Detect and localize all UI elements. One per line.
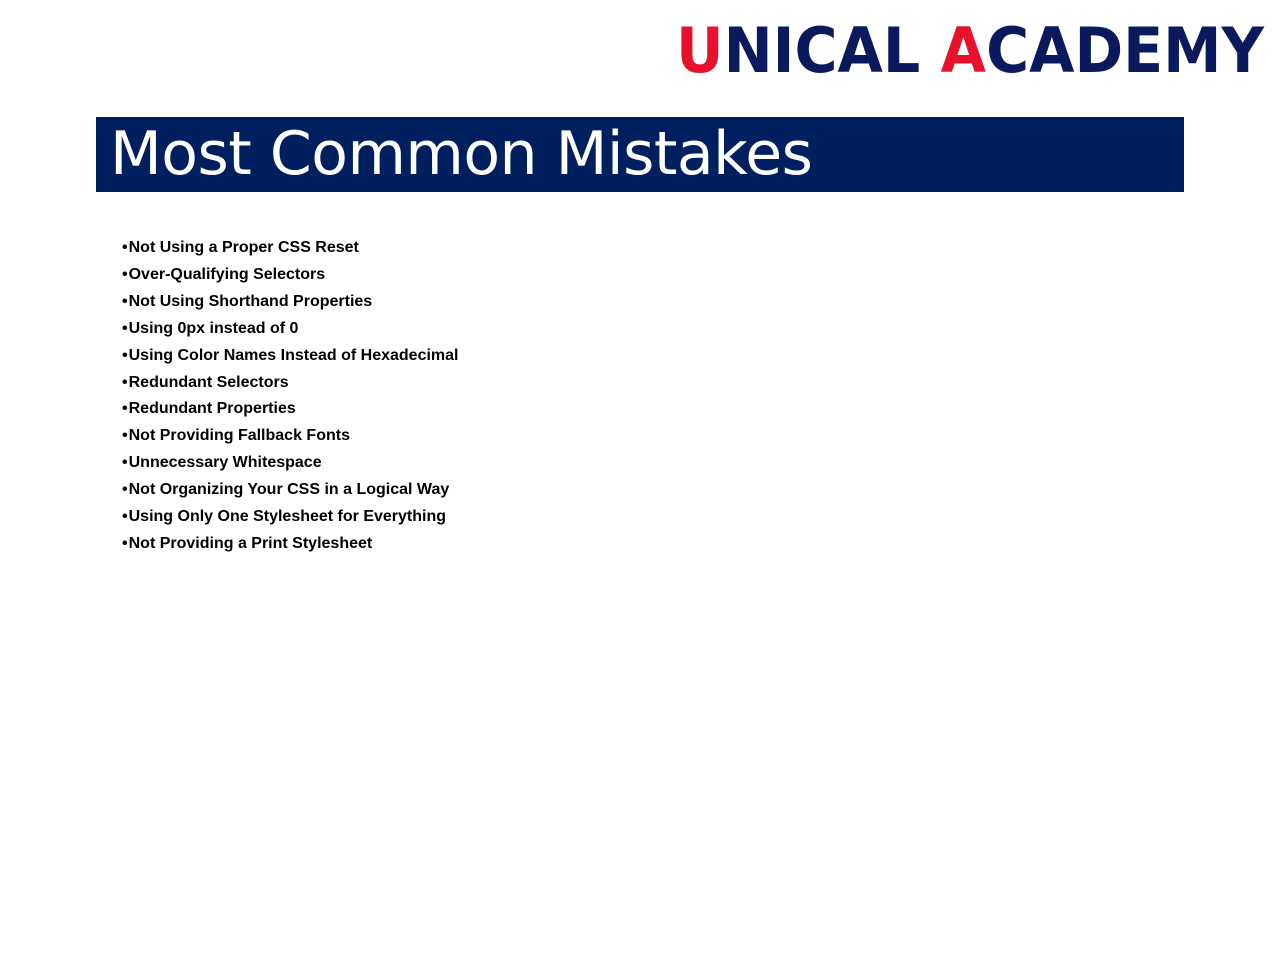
bullet-item: •Redundant Properties [122, 396, 458, 423]
bullet-item: •Not Providing a Print Stylesheet [122, 531, 458, 558]
bullet-item: •Not Using Shorthand Properties [122, 289, 458, 316]
bullet-icon: • [122, 292, 128, 310]
bullet-icon: • [122, 373, 128, 391]
bullet-text: Using Color Names Instead of Hexadecimal [128, 346, 459, 364]
logo-wordmark: UNICAL ACADEMY [676, 14, 1265, 80]
bullet-text: Not Providing a Print Stylesheet [128, 534, 373, 552]
bullet-icon: • [122, 427, 128, 445]
bullet-text: Not Using Shorthand Properties [128, 292, 373, 310]
bullet-item: •Not Organizing Your CSS in a Logical Wa… [122, 477, 458, 504]
bullet-text: Redundant Properties [128, 400, 296, 418]
slide-title: Most Common Mistakes [110, 119, 813, 189]
logo-graphic: UNICAL ACADEMY [676, 14, 1265, 80]
bullet-text: Not Providing Fallback Fonts [128, 427, 350, 445]
bullet-icon: • [122, 534, 128, 552]
bullet-text: Not Organizing Your CSS in a Logical Way [128, 481, 450, 499]
unical-academy-logo: UNICAL ACADEMY [676, 14, 1266, 80]
bullet-text: Redundant Selectors [128, 373, 289, 391]
bullet-text: Using 0px instead of 0 [128, 319, 299, 337]
bullet-item: •Not Using a Proper CSS Reset [122, 235, 458, 262]
bullet-text: Using Only One Stylesheet for Everything [128, 508, 447, 526]
bullet-item: •Unnecessary Whitespace [122, 450, 458, 477]
bullet-icon: • [122, 265, 128, 283]
bullet-item: •Redundant Selectors [122, 370, 458, 397]
bullet-icon: • [122, 239, 128, 256]
bullet-item: •Over-Qualifying Selectors [122, 262, 458, 289]
bullet-text: Not Using a Proper CSS Reset [128, 239, 359, 256]
bullet-list: •Not Using a Proper CSS Reset •Over-Quali… [122, 235, 458, 558]
bullet-item: •Using 0px instead of 0 [122, 316, 458, 343]
bullet-icon: • [122, 481, 128, 499]
bullet-item: •Not Providing Fallback Fonts [122, 423, 458, 450]
bullet-icon: • [122, 508, 128, 526]
bullet-icon: • [122, 400, 128, 418]
bullet-item: •Using Only One Stylesheet for Everythin… [122, 504, 458, 531]
bullet-icon: • [122, 346, 128, 364]
bullet-item: •Using Color Names Instead of Hexadecima… [122, 343, 458, 370]
bullet-text: Over-Qualifying Selectors [128, 265, 326, 283]
bullet-text: Unnecessary Whitespace [128, 454, 322, 472]
bullet-icon: • [122, 319, 128, 337]
bullet-icon: • [122, 454, 128, 472]
title-bar: Most Common Mistakes [96, 117, 1184, 192]
